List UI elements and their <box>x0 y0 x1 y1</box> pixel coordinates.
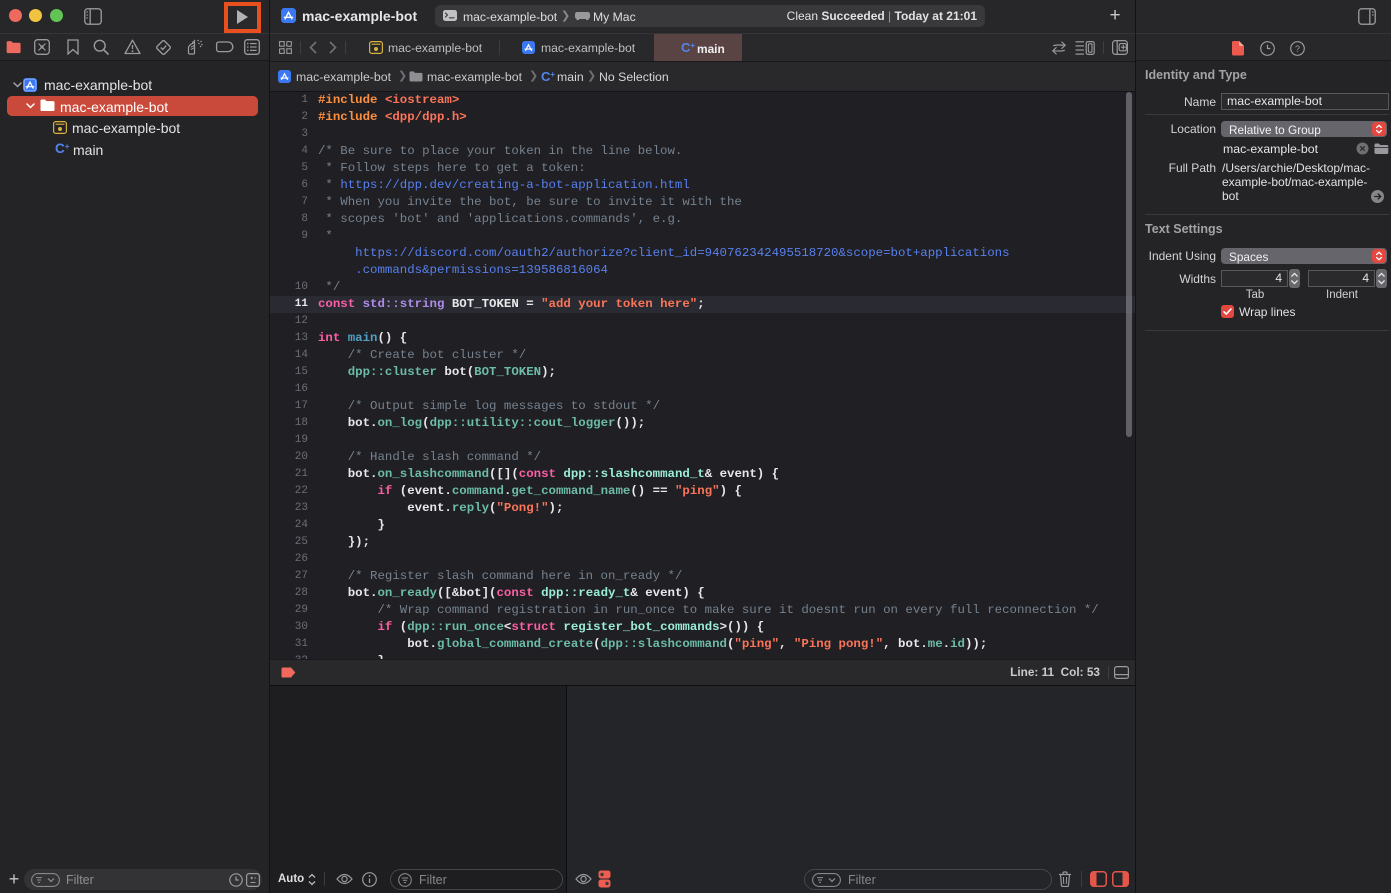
svg-text:?: ? <box>1295 44 1300 54</box>
